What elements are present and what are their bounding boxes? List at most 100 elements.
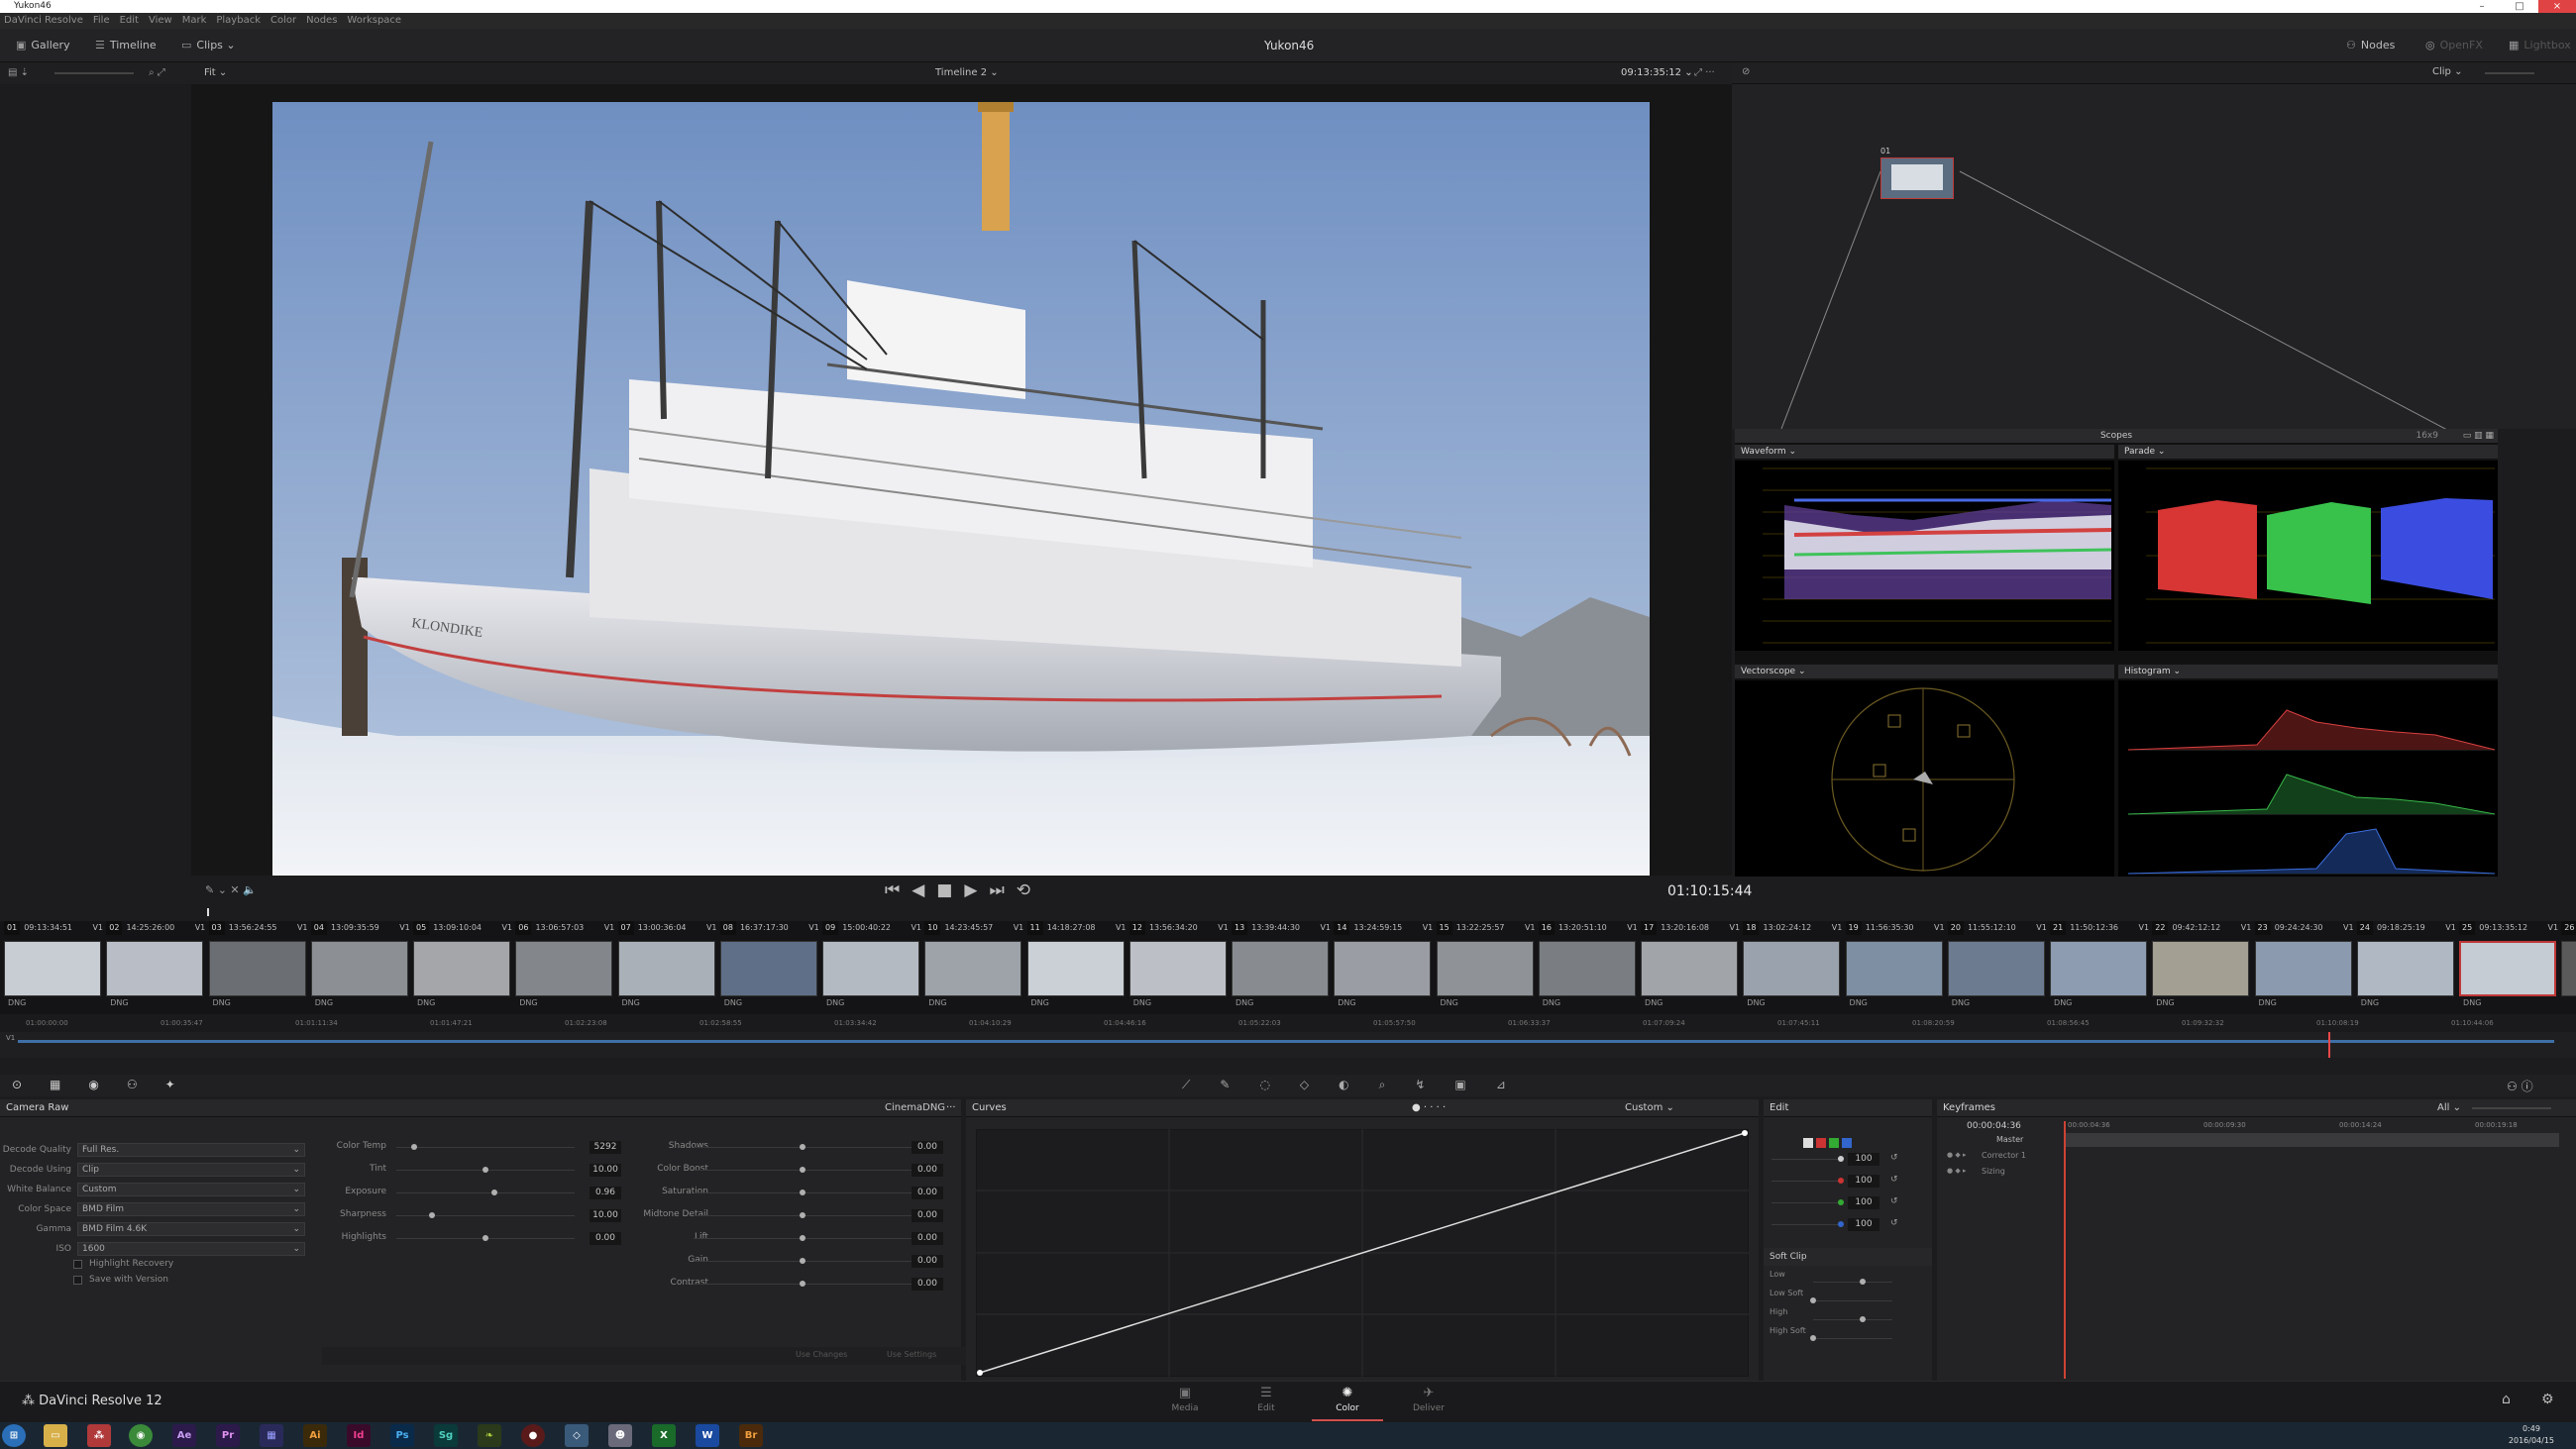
keyframe-row-controls[interactable]: ● ◆ ▸: [1947, 1167, 1966, 1175]
raw-white_balance-dropdown[interactable]: Custom ⌄: [77, 1183, 305, 1196]
menu-item-3[interactable]: View: [149, 15, 172, 26]
speedgrade-icon[interactable]: ▦: [260, 1424, 283, 1447]
channel-knob[interactable]: [1838, 1199, 1844, 1205]
clip-thumbnail[interactable]: [2356, 941, 2454, 996]
slider-value[interactable]: 0.00: [590, 1232, 621, 1245]
channel-slider[interactable]: [1771, 1221, 1844, 1227]
channel-value[interactable]: 100: [1848, 1153, 1879, 1166]
waveform-header[interactable]: Waveform ⌄: [1735, 445, 2114, 459]
clip-thumbnail[interactable]: [2152, 941, 2250, 996]
timeline-playhead[interactable]: [2328, 1032, 2330, 1058]
slider-value[interactable]: 0.00: [912, 1278, 943, 1291]
start-button[interactable]: ⊞: [2, 1424, 26, 1447]
clip-thumbnail[interactable]: [413, 941, 510, 996]
slider-value[interactable]: 0.00: [912, 1209, 943, 1222]
keyframe-ruler[interactable]: 00:00:04:36 00:00:09:30 00:00:14:24 00:00:1…: [2064, 1121, 2559, 1133]
slider-knob[interactable]: [800, 1235, 805, 1241]
clip-thumbnail[interactable]: [1845, 941, 1943, 996]
menu-item-7[interactable]: Nodes: [306, 15, 337, 26]
softclip-knob[interactable]: [1860, 1279, 1866, 1285]
word-icon[interactable]: W: [696, 1424, 719, 1447]
clip-thumbnail[interactable]: [924, 941, 1022, 996]
curves-graph[interactable]: [976, 1129, 1749, 1377]
channel-slider[interactable]: [1771, 1199, 1844, 1205]
right-palette-icons[interactable]: ⚇ ⓘ: [2507, 1078, 2533, 1094]
gallery-zoom-slider[interactable]: [54, 72, 134, 74]
reset-icon[interactable]: ↺: [1890, 1218, 1898, 1228]
curves-mode-dot[interactable]: ● · · · ·: [1412, 1099, 1446, 1117]
scopes-layout[interactable]: 16x9: [2415, 429, 2438, 443]
menu-item-5[interactable]: Playback: [216, 15, 261, 26]
chrome-icon[interactable]: ◉: [129, 1424, 153, 1447]
clip-thumbnail[interactable]: [208, 941, 306, 996]
channel-g[interactable]: [1829, 1138, 1839, 1148]
app-icon-14[interactable]: ☻: [608, 1424, 632, 1447]
slider-knob[interactable]: [800, 1281, 805, 1287]
menu-item-2[interactable]: Edit: [120, 15, 139, 26]
lightbox-button[interactable]: ▦ Lightbox: [2509, 38, 2571, 53]
clip-thumbnail[interactable]: [1128, 941, 1227, 996]
app-icon-12[interactable]: ●: [521, 1424, 545, 1447]
keyframe-row-controls[interactable]: ● ◆ ▸: [1947, 1151, 1966, 1159]
slider-value[interactable]: 10.00: [590, 1209, 621, 1222]
eyedropper-icon[interactable]: ✎ ⌄ ✕ 🔈: [205, 883, 257, 896]
slider-knob[interactable]: [800, 1190, 805, 1195]
highlight_recovery-checkbox[interactable]: [73, 1260, 82, 1269]
playback-controls[interactable]: ⏮◀■▶⏭⟲: [885, 880, 1042, 900]
timeline-selector[interactable]: Timeline 2 ⌄: [935, 62, 999, 84]
menu-item-6[interactable]: Color: [270, 15, 296, 26]
menu-item-0[interactable]: DaVinci Resolve: [4, 15, 83, 26]
menu-item-8[interactable]: Workspace: [347, 15, 401, 26]
tab-edit[interactable]: ☰ Edit: [1231, 1384, 1302, 1421]
app-icon-11[interactable]: ❧: [478, 1424, 501, 1447]
resolve-taskbar-icon[interactable]: ⁂: [87, 1424, 111, 1447]
slider-track[interactable]: [694, 1212, 912, 1218]
slider-value[interactable]: 0.00: [912, 1187, 943, 1199]
slider-value[interactable]: 0.00: [912, 1232, 943, 1245]
slider-value[interactable]: 10.00: [590, 1164, 621, 1177]
slider-track[interactable]: [396, 1235, 575, 1241]
channel-b[interactable]: [1842, 1138, 1852, 1148]
clip-thumbnail[interactable]: [1641, 941, 1739, 996]
premiere-icon[interactable]: Pr: [216, 1424, 240, 1447]
clip-thumbnail[interactable]: [1026, 941, 1125, 996]
slider-knob[interactable]: [800, 1167, 805, 1173]
slider-track[interactable]: [396, 1167, 575, 1173]
channel-slider[interactable]: [1771, 1156, 1844, 1162]
channel-link-buttons[interactable]: [1803, 1133, 1852, 1152]
channel-knob[interactable]: [1838, 1221, 1844, 1227]
clip-thumbnail[interactable]: [617, 941, 715, 996]
slider-knob[interactable]: [491, 1190, 497, 1195]
clip-thumbnail[interactable]: [515, 941, 613, 996]
clip-thumbnail[interactable]: [2254, 941, 2352, 996]
raw-decode_quality-dropdown[interactable]: Full Res. ⌄: [77, 1143, 305, 1157]
channel-value[interactable]: 100: [1848, 1218, 1879, 1231]
channel-knob[interactable]: [1838, 1156, 1844, 1162]
clock[interactable]: 0:49 2016/04/15: [2509, 1423, 2554, 1447]
zoom-fit-dropdown[interactable]: Fit ⌄: [204, 62, 227, 84]
clip-thumbnail[interactable]: [2459, 941, 2557, 996]
reset-icon[interactable]: ↺: [1890, 1153, 1898, 1163]
raw-iso-dropdown[interactable]: 1600 ⌄: [77, 1242, 305, 1256]
explorer-icon[interactable]: ▭: [44, 1424, 67, 1447]
channel-value[interactable]: 100: [1848, 1175, 1879, 1188]
clip-thumbnail[interactable]: [1538, 941, 1636, 996]
slider-track[interactable]: [694, 1144, 912, 1150]
menu-item-1[interactable]: File: [93, 15, 110, 26]
slider-track[interactable]: [396, 1190, 575, 1195]
gallery-search-icon[interactable]: ⌕ ⤢: [149, 62, 165, 84]
illustrator-icon[interactable]: Ai: [303, 1424, 327, 1447]
mini-timeline-track[interactable]: V1: [0, 1032, 2576, 1058]
bridge-icon[interactable]: Br: [739, 1424, 763, 1447]
left-palette-icons[interactable]: ⊙▦◉⚇✦: [12, 1078, 203, 1091]
tab-deliver[interactable]: ✈ Deliver: [1393, 1384, 1464, 1421]
settings-gear-icon[interactable]: ⚙: [2541, 1392, 2554, 1407]
clip-thumbnail[interactable]: [822, 941, 920, 996]
tab-media[interactable]: ▣ Media: [1149, 1384, 1221, 1421]
clip-thumbnail[interactable]: [310, 941, 408, 996]
slider-track[interactable]: [396, 1144, 575, 1150]
close-button[interactable]: ×: [2538, 0, 2576, 13]
clip-thumbnail[interactable]: [1743, 941, 1841, 996]
reset-icon[interactable]: ↺: [1890, 1175, 1898, 1185]
slider-knob[interactable]: [483, 1235, 488, 1241]
